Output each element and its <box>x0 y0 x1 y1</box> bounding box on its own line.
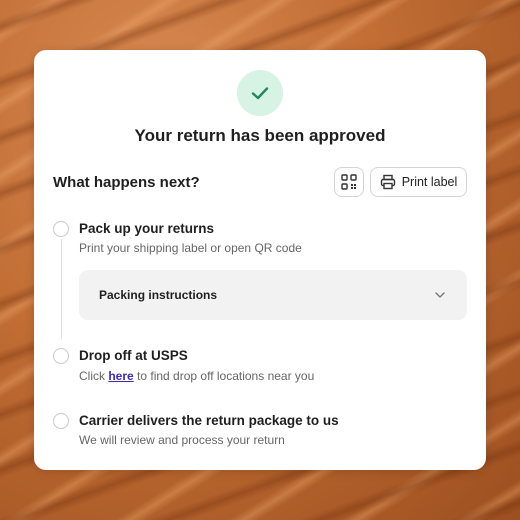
page-title: Your return has been approved <box>134 126 386 145</box>
qr-code-icon <box>341 174 357 190</box>
drop-off-locations-link[interactable]: here <box>108 369 133 383</box>
step-3-status-circle <box>53 413 69 429</box>
step-2-description: Click here to find drop off locations ne… <box>79 369 314 383</box>
step-2-desc-suffix: to find drop off locations near you <box>133 369 315 383</box>
step-2-desc-prefix: Click <box>79 369 109 383</box>
accordion-label: Packing instructions <box>99 288 218 302</box>
step-3-title: Carrier delivers the return package to u… <box>79 413 339 428</box>
timeline-connector <box>60 239 62 339</box>
qr-code-button[interactable] <box>334 167 364 197</box>
return-card: Your return has been approved What happe… <box>34 50 486 470</box>
step-2-status-circle <box>53 348 69 364</box>
chevron-down-icon <box>435 292 445 298</box>
printer-icon <box>380 174 395 190</box>
print-label-button[interactable]: Print label <box>370 167 467 197</box>
packing-instructions-accordion[interactable]: Packing instructions <box>79 270 467 320</box>
check-icon <box>251 87 269 100</box>
step-1-description: Print your shipping label or open QR cod… <box>79 241 302 255</box>
approved-status-badge <box>237 70 283 116</box>
print-label-text: Print label <box>401 175 458 189</box>
step-3-description: We will review and process your return <box>79 433 285 447</box>
step-1-status-circle <box>53 221 69 237</box>
step-1-title: Pack up your returns <box>79 221 215 236</box>
next-steps-heading: What happens next? <box>53 174 200 191</box>
step-2-title: Drop off at USPS <box>79 348 188 363</box>
